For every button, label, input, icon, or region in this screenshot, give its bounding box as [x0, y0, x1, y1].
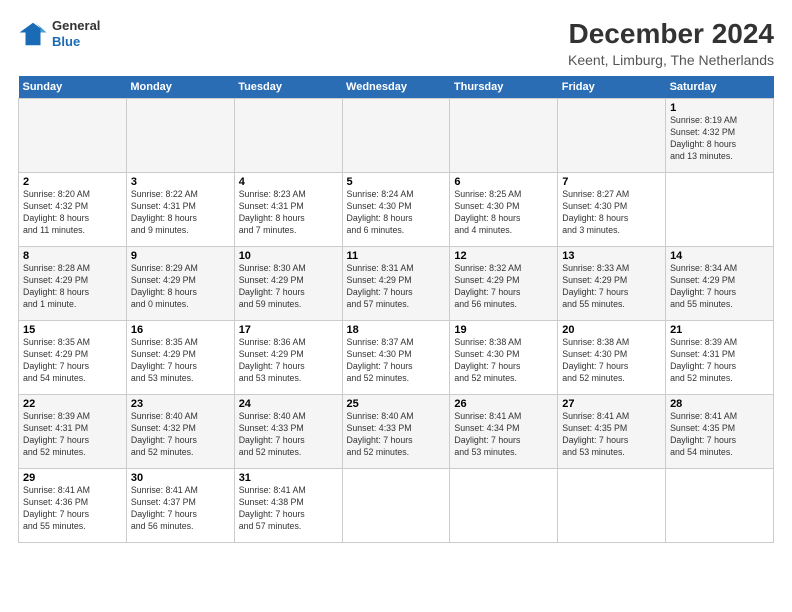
table-row: 6Sunrise: 8:25 AMSunset: 4:30 PMDaylight…	[450, 173, 558, 247]
logo-icon	[18, 19, 48, 49]
table-row: 5Sunrise: 8:24 AMSunset: 4:30 PMDaylight…	[342, 173, 450, 247]
table-row: 22Sunrise: 8:39 AMSunset: 4:31 PMDayligh…	[19, 395, 127, 469]
col-saturday: Saturday	[666, 76, 774, 99]
table-row: 7Sunrise: 8:27 AMSunset: 4:30 PMDaylight…	[558, 173, 666, 247]
table-row: 4Sunrise: 8:23 AMSunset: 4:31 PMDaylight…	[234, 173, 342, 247]
table-row: 20Sunrise: 8:38 AMSunset: 4:30 PMDayligh…	[558, 321, 666, 395]
header: General Blue December 2024 Keent, Limbur…	[18, 18, 774, 68]
col-sunday: Sunday	[19, 76, 127, 99]
table-row: 10Sunrise: 8:30 AMSunset: 4:29 PMDayligh…	[234, 247, 342, 321]
col-thursday: Thursday	[450, 76, 558, 99]
table-row	[558, 99, 666, 173]
table-row: 24Sunrise: 8:40 AMSunset: 4:33 PMDayligh…	[234, 395, 342, 469]
table-row: 11Sunrise: 8:31 AMSunset: 4:29 PMDayligh…	[342, 247, 450, 321]
calendar-table: Sunday Monday Tuesday Wednesday Thursday…	[18, 76, 774, 543]
table-row: 12Sunrise: 8:32 AMSunset: 4:29 PMDayligh…	[450, 247, 558, 321]
table-row: 30Sunrise: 8:41 AMSunset: 4:37 PMDayligh…	[126, 469, 234, 543]
main-title: December 2024	[568, 18, 774, 50]
header-row: Sunday Monday Tuesday Wednesday Thursday…	[19, 76, 774, 99]
calendar-body: 1Sunrise: 8:19 AMSunset: 4:32 PMDaylight…	[19, 99, 774, 543]
col-friday: Friday	[558, 76, 666, 99]
table-row	[19, 99, 127, 173]
table-row: 25Sunrise: 8:40 AMSunset: 4:33 PMDayligh…	[342, 395, 450, 469]
table-row: 14Sunrise: 8:34 AMSunset: 4:29 PMDayligh…	[666, 247, 774, 321]
table-row	[666, 173, 774, 247]
table-row: 1Sunrise: 8:19 AMSunset: 4:32 PMDaylight…	[666, 99, 774, 173]
table-row: 8Sunrise: 8:28 AMSunset: 4:29 PMDaylight…	[19, 247, 127, 321]
table-row: 17Sunrise: 8:36 AMSunset: 4:29 PMDayligh…	[234, 321, 342, 395]
table-row	[450, 99, 558, 173]
table-row: 3Sunrise: 8:22 AMSunset: 4:31 PMDaylight…	[126, 173, 234, 247]
table-row: 27Sunrise: 8:41 AMSunset: 4:35 PMDayligh…	[558, 395, 666, 469]
table-row: 23Sunrise: 8:40 AMSunset: 4:32 PMDayligh…	[126, 395, 234, 469]
table-row	[234, 99, 342, 173]
table-row	[342, 99, 450, 173]
table-row: 26Sunrise: 8:41 AMSunset: 4:34 PMDayligh…	[450, 395, 558, 469]
table-row: 16Sunrise: 8:35 AMSunset: 4:29 PMDayligh…	[126, 321, 234, 395]
logo-text: General Blue	[52, 18, 100, 49]
table-row	[450, 469, 558, 543]
col-tuesday: Tuesday	[234, 76, 342, 99]
table-row: 15Sunrise: 8:35 AMSunset: 4:29 PMDayligh…	[19, 321, 127, 395]
title-block: December 2024 Keent, Limburg, The Nether…	[568, 18, 774, 68]
col-monday: Monday	[126, 76, 234, 99]
table-row: 9Sunrise: 8:29 AMSunset: 4:29 PMDaylight…	[126, 247, 234, 321]
table-row	[126, 99, 234, 173]
table-row: 18Sunrise: 8:37 AMSunset: 4:30 PMDayligh…	[342, 321, 450, 395]
table-row: 29Sunrise: 8:41 AMSunset: 4:36 PMDayligh…	[19, 469, 127, 543]
table-row	[666, 469, 774, 543]
table-row: 21Sunrise: 8:39 AMSunset: 4:31 PMDayligh…	[666, 321, 774, 395]
table-row: 2Sunrise: 8:20 AMSunset: 4:32 PMDaylight…	[19, 173, 127, 247]
logo: General Blue	[18, 18, 100, 49]
table-row: 13Sunrise: 8:33 AMSunset: 4:29 PMDayligh…	[558, 247, 666, 321]
table-row	[558, 469, 666, 543]
subtitle: Keent, Limburg, The Netherlands	[568, 52, 774, 68]
col-wednesday: Wednesday	[342, 76, 450, 99]
page: General Blue December 2024 Keent, Limbur…	[0, 0, 792, 553]
table-row: 31Sunrise: 8:41 AMSunset: 4:38 PMDayligh…	[234, 469, 342, 543]
table-row: 28Sunrise: 8:41 AMSunset: 4:35 PMDayligh…	[666, 395, 774, 469]
table-row	[342, 469, 450, 543]
table-row: 19Sunrise: 8:38 AMSunset: 4:30 PMDayligh…	[450, 321, 558, 395]
